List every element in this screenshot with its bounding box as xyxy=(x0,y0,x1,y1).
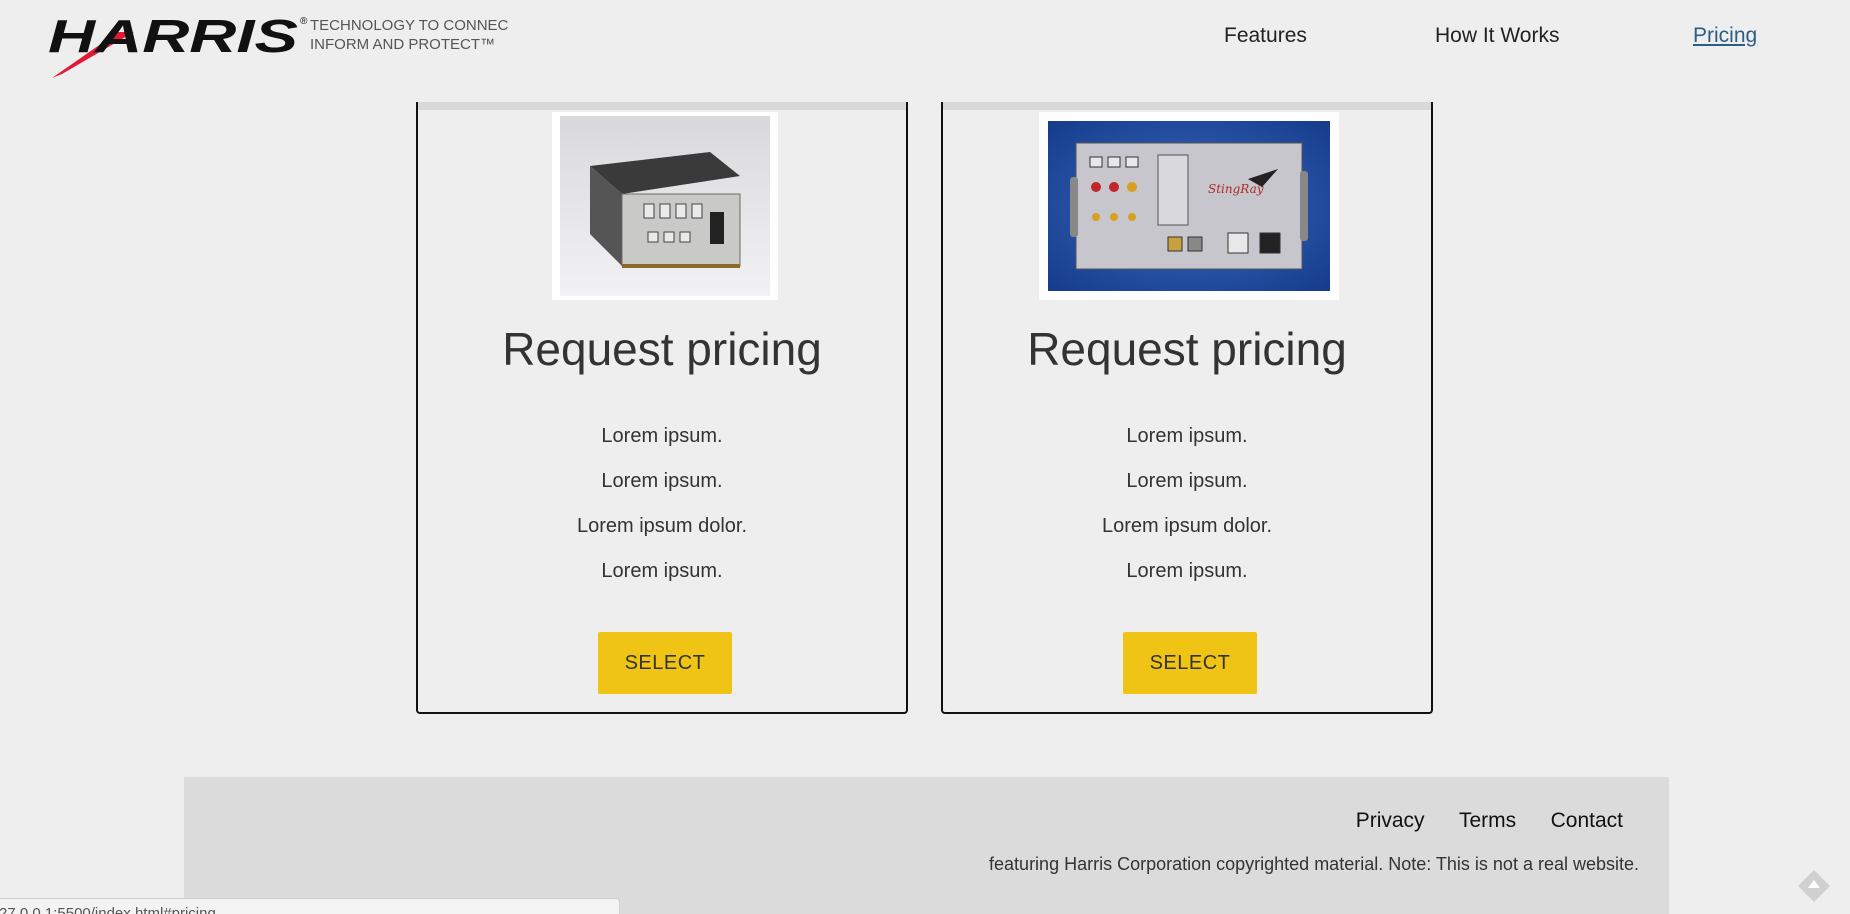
nav-pricing[interactable]: Pricing xyxy=(1693,24,1757,48)
logo-wordmark: HARRIS xyxy=(48,10,298,62)
pricing-card-2: StingRay Request pricing Lorem ipsum. Lo… xyxy=(941,102,1433,714)
card-title: Request pricing xyxy=(502,323,822,375)
select-button[interactable]: SELECT xyxy=(598,632,732,694)
feature-item: Lorem ipsum. xyxy=(1126,425,1248,447)
card-top-bar xyxy=(418,102,906,110)
svg-text:StingRay: StingRay xyxy=(1208,182,1264,196)
card-top-bar xyxy=(943,102,1431,110)
feature-list: Lorem ipsum. Lorem ipsum. Lorem ipsum do… xyxy=(418,414,906,594)
browser-status-url: 27.0.0.1:5500/index.html#pricing xyxy=(0,898,620,914)
product-image-1 xyxy=(552,112,778,300)
footer-link-contact[interactable]: Contact xyxy=(1551,809,1623,832)
harris-logo[interactable]: HARRIS ® TECHNOLOGY TO CONNECT, INFORM A… xyxy=(48,10,508,82)
select-button[interactable]: SELECT xyxy=(1123,632,1257,694)
nav-how-it-works[interactable]: How It Works xyxy=(1435,24,1559,48)
feature-item: Lorem ipsum dolor. xyxy=(576,515,748,537)
feature-item: Lorem ipsum. xyxy=(601,560,723,582)
footer-link-terms[interactable]: Terms xyxy=(1459,809,1516,832)
scroll-top-icon[interactable] xyxy=(1796,868,1832,904)
logo-tagline-line1: TECHNOLOGY TO CONNECT, xyxy=(310,17,508,34)
logo-tagline-line2: INFORM AND PROTECT™ xyxy=(310,36,495,53)
feature-item: Lorem ipsum. xyxy=(1126,560,1248,582)
site-footer: Privacy Terms Contact featuring Harris C… xyxy=(184,777,1669,914)
footer-disclaimer: featuring Harris Corporation copyrighted… xyxy=(989,854,1639,874)
feature-item: Lorem ipsum dolor. xyxy=(1101,515,1273,537)
feature-item: Lorem ipsum. xyxy=(601,425,723,447)
product-image-2: StingRay xyxy=(1039,112,1339,300)
device-illustration-2: StingRay xyxy=(1048,121,1330,291)
device-illustration-1 xyxy=(560,116,770,296)
nav-features[interactable]: Features xyxy=(1224,24,1307,48)
pricing-card-1: Request pricing Lorem ipsum. Lorem ipsum… xyxy=(416,102,908,714)
footer-links: Privacy Terms Contact xyxy=(1326,809,1623,837)
page: HARRIS ® TECHNOLOGY TO CONNECT, INFORM A… xyxy=(0,0,1850,914)
feature-item: Lorem ipsum. xyxy=(1126,470,1248,492)
card-title: Request pricing xyxy=(1027,323,1347,375)
footer-link-privacy[interactable]: Privacy xyxy=(1356,809,1425,832)
feature-item: Lorem ipsum. xyxy=(601,470,723,492)
feature-list: Lorem ipsum. Lorem ipsum. Lorem ipsum do… xyxy=(943,414,1431,594)
svg-text:®: ® xyxy=(300,16,308,27)
site-header: HARRIS ® TECHNOLOGY TO CONNECT, INFORM A… xyxy=(0,0,1850,92)
